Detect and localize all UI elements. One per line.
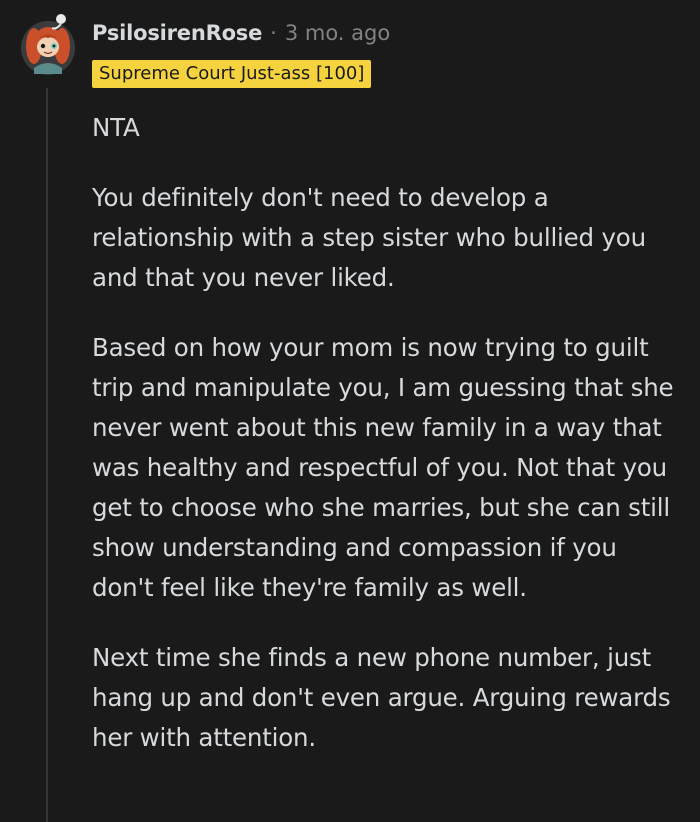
comment-header: PsilosirenRose · 3 mo. ago bbox=[92, 18, 390, 48]
comment-timestamp[interactable]: 3 mo. ago bbox=[285, 21, 390, 45]
meta-separator: · bbox=[270, 21, 277, 45]
user-flair: Supreme Court Just-ass [100] bbox=[92, 60, 372, 88]
comment-paragraph: Based on how your mom is now trying to g… bbox=[92, 333, 674, 602]
comment-paragraph: You definitely don't need to develop a r… bbox=[92, 183, 646, 292]
comment-paragraph: NTA bbox=[92, 113, 140, 142]
comment-body: NTA You definitely don't need to develop… bbox=[92, 108, 684, 788]
avatar[interactable] bbox=[20, 12, 76, 76]
comment-paragraph: Next time she finds a new phone number, … bbox=[92, 643, 671, 752]
thread-collapse-line[interactable] bbox=[46, 88, 48, 822]
author-username[interactable]: PsilosirenRose bbox=[92, 21, 262, 45]
snoo-avatar-icon bbox=[21, 14, 75, 75]
